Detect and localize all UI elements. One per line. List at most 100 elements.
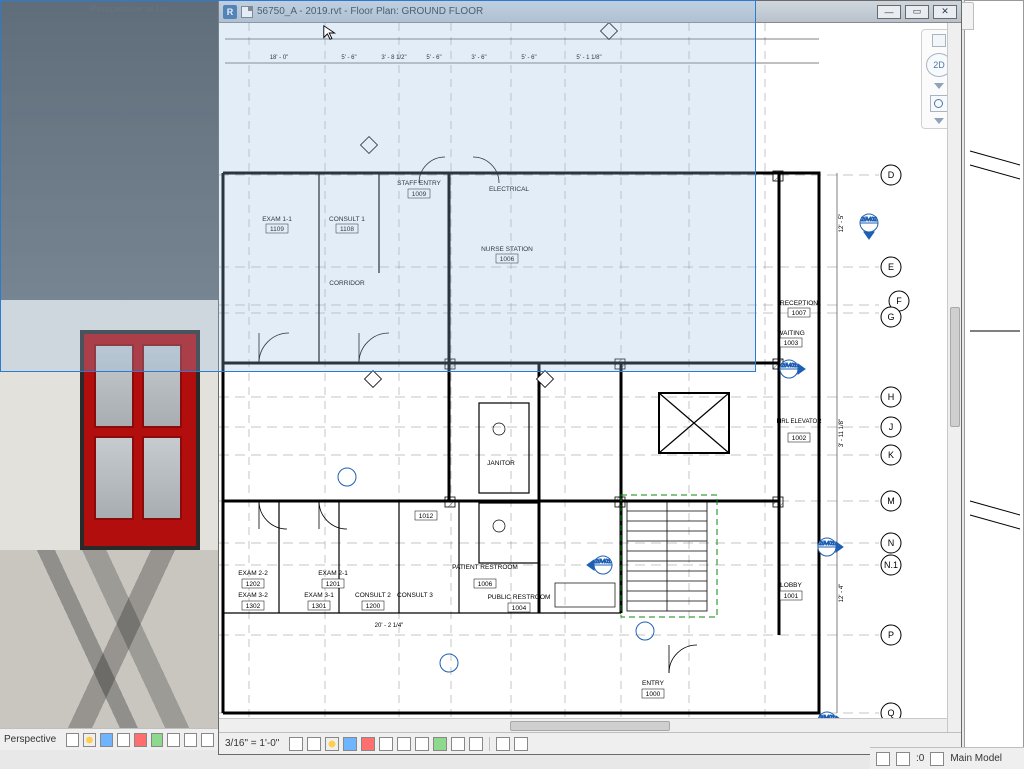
svg-text:EXAM 1-1: EXAM 1-1 — [262, 216, 292, 223]
crop-icon[interactable] — [361, 737, 375, 751]
svg-text:5' - 1 1/8": 5' - 1 1/8" — [576, 55, 601, 61]
svg-text:2/A401: 2/A401 — [781, 363, 797, 369]
shadows-icon[interactable] — [100, 733, 113, 747]
svg-text:EXAM 3-2: EXAM 3-2 — [238, 592, 268, 599]
svg-text:PUBLIC RESTROOM: PUBLIC RESTROOM — [488, 594, 551, 601]
floor-plan-view-control-bar: 3/16" = 1'-0" — [219, 732, 961, 754]
sheet-icon — [241, 6, 253, 18]
temp-hide-icon[interactable] — [184, 733, 197, 747]
svg-text:5' - 6": 5' - 6" — [426, 55, 441, 61]
floor-plan-titlebar[interactable]: R 56750_A - 2019.rvt - Floor Plan: GROUN… — [219, 1, 961, 23]
shadows-icon[interactable] — [343, 737, 357, 751]
svg-text:K: K — [888, 450, 894, 460]
svg-text:RECEPTION: RECEPTION — [780, 300, 818, 307]
highlight-displacement-icon[interactable] — [514, 737, 528, 751]
render-ceiling — [0, 0, 218, 300]
svg-text:MRL ELEVATOR: MRL ELEVATOR — [776, 419, 822, 425]
filter-icon[interactable] — [930, 752, 944, 766]
nav-menu-icon[interactable] — [934, 118, 944, 124]
sun-path-icon[interactable] — [83, 733, 96, 747]
svg-text:ENTRY: ENTRY — [642, 680, 665, 687]
svg-text:STAFF ENTRY: STAFF ENTRY — [397, 180, 441, 187]
sun-path-icon[interactable] — [325, 737, 339, 751]
floor-plan-drawing: D E F G H J K M N N.1 P Q — [219, 23, 947, 732]
window-close-button[interactable]: ✕ — [933, 5, 957, 19]
svg-text:12' - 4": 12' - 4" — [839, 584, 845, 603]
svg-text:1109: 1109 — [270, 226, 284, 233]
svg-text:3' - 6": 3' - 6" — [471, 55, 486, 61]
perspective-view[interactable]: Perspective at Lo Perspective — [0, 0, 218, 750]
svg-text:Q: Q — [887, 708, 894, 718]
crop-region-visible-icon[interactable] — [379, 737, 393, 751]
app-status-bar: :0 Main Model — [870, 747, 1024, 769]
svg-text:ELECTRICAL: ELECTRICAL — [489, 186, 529, 193]
svg-text:1001: 1001 — [784, 593, 799, 600]
svg-text:LOBBY: LOBBY — [780, 582, 802, 589]
render-floor — [0, 550, 218, 730]
scrollbar-horizontal[interactable] — [219, 718, 947, 732]
svg-text:3' - 8 1/2": 3' - 8 1/2" — [381, 55, 406, 61]
svg-text:1000: 1000 — [646, 691, 661, 698]
lock-icon[interactable] — [167, 733, 180, 747]
show-analytical-icon[interactable] — [496, 737, 510, 751]
floor-plan-canvas[interactable]: D E F G H J K M N N.1 P Q — [219, 23, 947, 732]
workspace: SECOND FLOOR Section: Lobby Stair Perspe… — [0, 0, 1024, 769]
select-underlay-icon[interactable] — [896, 752, 910, 766]
svg-text:1108: 1108 — [340, 226, 354, 233]
worksharing-display-icon[interactable] — [451, 737, 465, 751]
visual-style-icon[interactable] — [66, 733, 79, 747]
scale-label[interactable]: 3/16" = 1'-0" — [225, 738, 279, 749]
main-model-label[interactable]: Main Model — [950, 753, 1002, 764]
detail-level-icon[interactable] — [289, 737, 303, 751]
svg-text:1009: 1009 — [412, 191, 427, 198]
svg-text:5' - 6": 5' - 6" — [521, 55, 536, 61]
window-maximize-button[interactable]: ▭ — [905, 5, 929, 19]
crop-visible-icon[interactable] — [151, 733, 164, 747]
visual-style-icon[interactable] — [307, 737, 321, 751]
svg-text:J: J — [889, 422, 894, 432]
svg-text:2/A401: 2/A401 — [819, 541, 835, 547]
selection-count: :0 — [916, 753, 924, 764]
svg-text:G: G — [887, 312, 894, 322]
svg-text:M: M — [887, 496, 895, 506]
scrollbar-thumb[interactable] — [510, 721, 670, 731]
svg-text:H: H — [888, 392, 895, 402]
svg-text:1202: 1202 — [246, 581, 261, 588]
svg-text:CORRIDOR: CORRIDOR — [329, 280, 365, 287]
reveal-icon[interactable] — [201, 733, 214, 747]
svg-text:WAITING: WAITING — [777, 330, 805, 337]
svg-text:1004: 1004 — [512, 605, 527, 612]
reveal-hidden-icon[interactable] — [433, 737, 447, 751]
viewcube-menu-icon[interactable] — [934, 83, 944, 89]
perspective-scale-label: Perspective — [4, 734, 56, 745]
svg-text:D: D — [888, 170, 895, 180]
svg-text:1012: 1012 — [419, 513, 434, 520]
svg-text:2/A401: 2/A401 — [595, 559, 611, 565]
svg-text:1006: 1006 — [500, 256, 515, 263]
home-icon[interactable] — [932, 34, 946, 47]
section-view-background — [964, 0, 1024, 769]
svg-text:N.1: N.1 — [884, 560, 898, 570]
svg-text:E: E — [888, 262, 894, 272]
svg-text:1201: 1201 — [326, 581, 341, 588]
svg-text:1301: 1301 — [312, 603, 327, 610]
constraints-icon[interactable] — [469, 737, 483, 751]
rendering-icon[interactable] — [117, 733, 130, 747]
crop-icon[interactable] — [134, 733, 147, 747]
zoom-region-icon[interactable] — [930, 95, 948, 112]
svg-text:1007: 1007 — [792, 310, 807, 317]
scrollbar-vertical[interactable] — [947, 23, 961, 732]
revit-icon: R — [223, 5, 237, 19]
svg-text:12' - 5": 12' - 5" — [839, 214, 845, 233]
select-links-icon[interactable] — [876, 752, 890, 766]
annotation-crop-icon[interactable] — [397, 737, 411, 751]
scrollbar-thumb[interactable] — [950, 307, 960, 427]
svg-text:1006: 1006 — [478, 581, 493, 588]
svg-text:20' - 2 1/4": 20' - 2 1/4" — [375, 623, 404, 629]
window-minimize-button[interactable]: — — [877, 5, 901, 19]
svg-text:2/A402: 2/A402 — [861, 217, 877, 223]
floor-plan-window: R 56750_A - 2019.rvt - Floor Plan: GROUN… — [218, 0, 962, 755]
temp-hide-icon[interactable] — [415, 737, 429, 751]
perspective-view-control-bar: Perspective — [0, 728, 218, 750]
perspective-tab-label: Perspective at Lo — [90, 4, 167, 15]
